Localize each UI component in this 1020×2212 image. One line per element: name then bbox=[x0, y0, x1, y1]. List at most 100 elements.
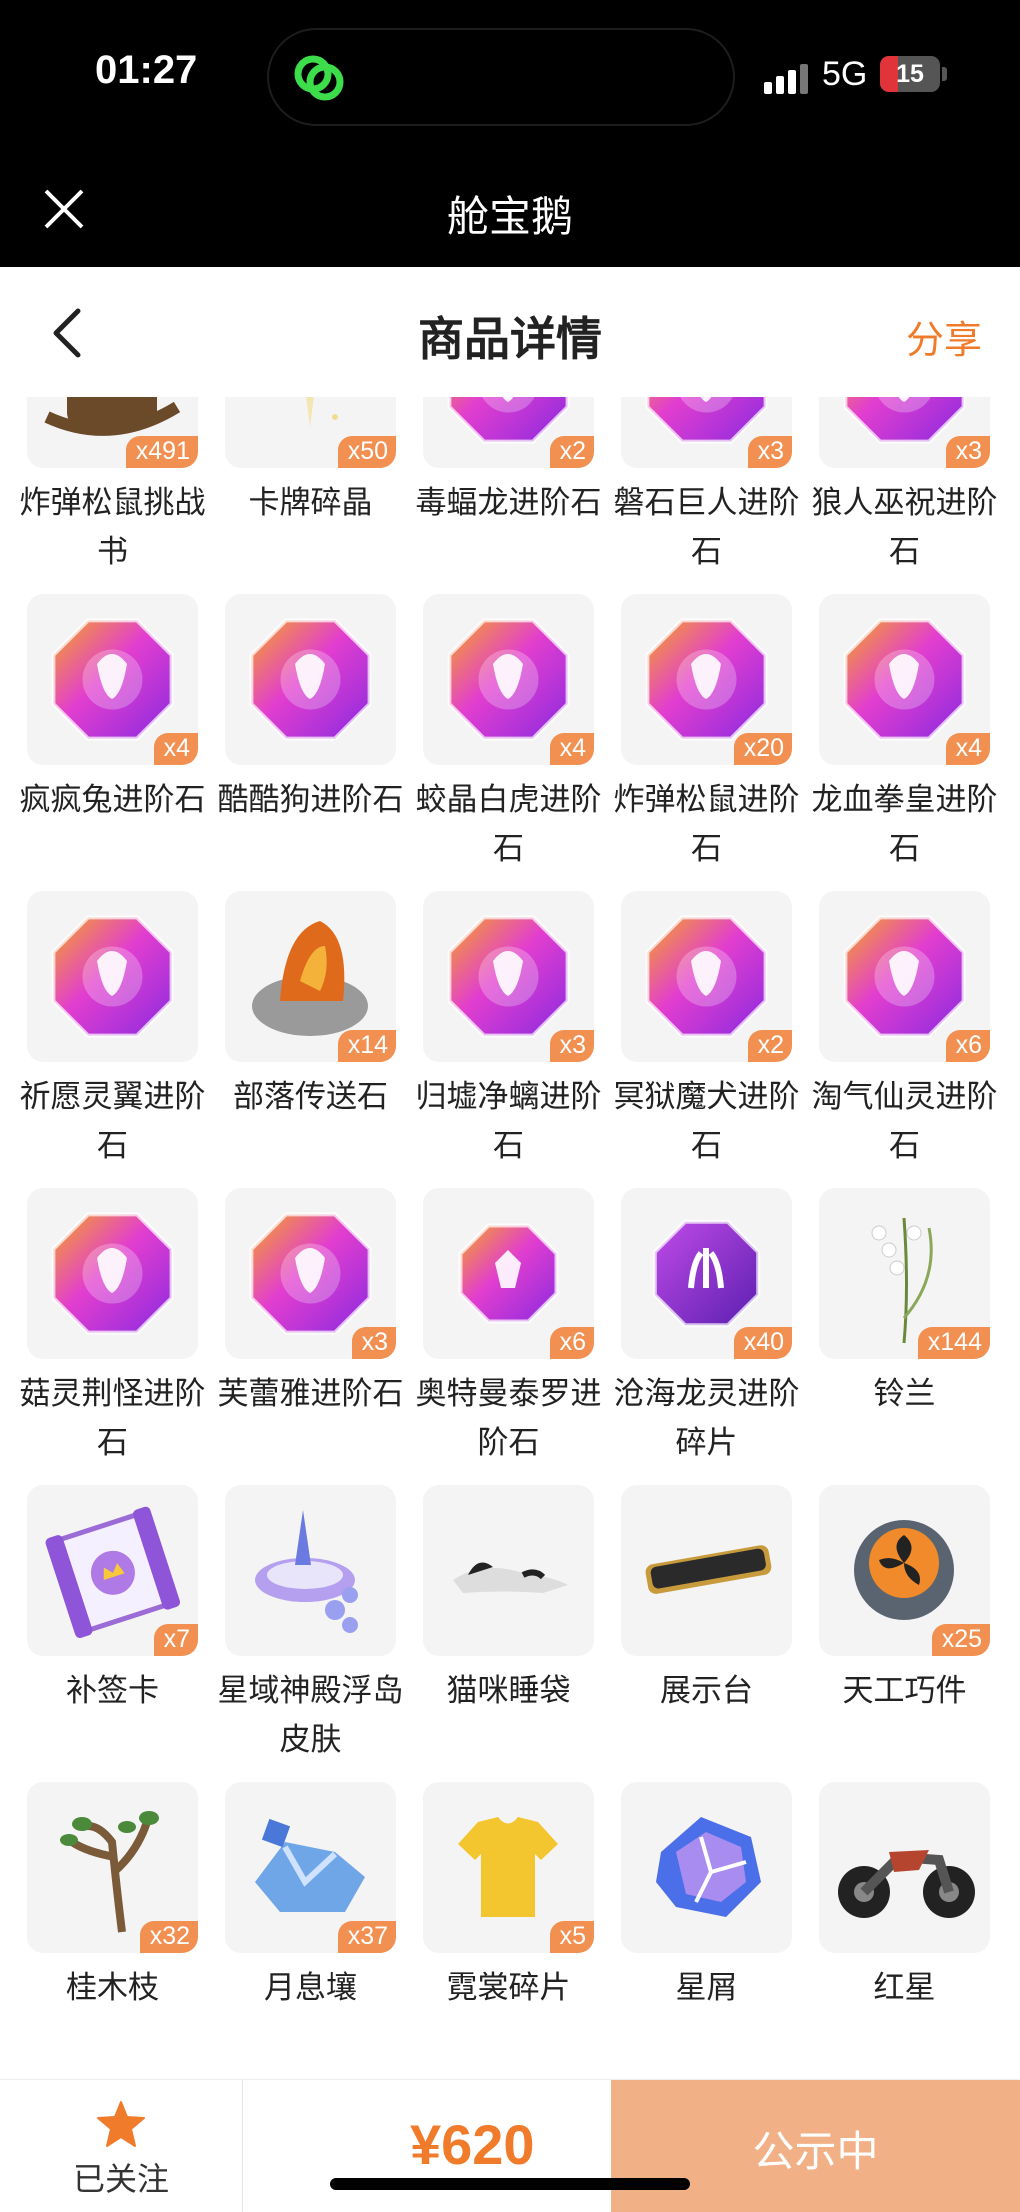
battery-level: 15 bbox=[896, 60, 924, 88]
item-count-badge: x2 bbox=[747, 1030, 792, 1062]
item-grid: x491 炸弹松鼠挑战书 x50 卡牌碎晶 x2 毒蝠龙进阶石 x3 磐石巨人进阶石 x3 狼人巫… bbox=[0, 397, 1020, 2045]
item-image: x25 bbox=[819, 1485, 990, 1656]
item-count-badge: x5 bbox=[549, 1921, 594, 1953]
item-name: 桂木枝 bbox=[66, 1970, 159, 2006]
item-image: x3 bbox=[423, 891, 594, 1062]
item-image bbox=[27, 891, 198, 1062]
item-image: x7 bbox=[27, 1485, 198, 1656]
item-image: x2 bbox=[423, 397, 594, 468]
item-count-badge: x4 bbox=[945, 733, 990, 765]
price-label: ¥620 bbox=[410, 2113, 535, 2176]
item-name: 沧海龙灵进阶碎片 bbox=[613, 1376, 800, 1461]
item-count-badge: x3 bbox=[945, 436, 990, 468]
item-count-badge: x25 bbox=[931, 1624, 990, 1656]
share-button[interactable]: 分享 bbox=[906, 309, 982, 364]
page-header: 商品详情 分享 bbox=[0, 267, 1020, 397]
item-image: x4 bbox=[27, 594, 198, 765]
item-art bbox=[51, 1212, 174, 1335]
status-bar: 01:27 5G 15 bbox=[0, 0, 1020, 145]
item-count-badge: x6 bbox=[549, 1327, 594, 1359]
item-count-badge: x40 bbox=[733, 1327, 792, 1359]
item-count-badge: x3 bbox=[549, 1030, 594, 1062]
item-name: 奥特曼泰罗进阶石 bbox=[415, 1376, 602, 1461]
item-image bbox=[225, 1485, 396, 1656]
item-name: 铃兰 bbox=[873, 1376, 936, 1412]
item-image: x4 bbox=[423, 594, 594, 765]
home-indicator bbox=[330, 2178, 690, 2190]
follow-label: 已关注 bbox=[72, 2160, 169, 2198]
item-image: x40 bbox=[621, 1188, 792, 1359]
star-icon bbox=[97, 2101, 145, 2147]
app-title: 舱宝鹅 bbox=[446, 192, 573, 241]
status-time: 01:27 bbox=[95, 48, 198, 92]
item-image: x144 bbox=[819, 1188, 990, 1359]
item-name: 芙蕾雅进阶石 bbox=[217, 1376, 404, 1412]
item-image: x3 bbox=[225, 1188, 396, 1359]
item-count-badge: x144 bbox=[917, 1327, 990, 1359]
item-name: 菇灵荆怪进阶石 bbox=[19, 1376, 206, 1461]
item-name: 淘气仙灵进阶石 bbox=[811, 1079, 998, 1164]
item-count-badge: x4 bbox=[549, 733, 594, 765]
item-name: 卡牌碎晶 bbox=[248, 485, 373, 521]
item-image: x20 bbox=[621, 594, 792, 765]
item-art bbox=[645, 1545, 772, 1594]
item-name: 红星 bbox=[873, 1970, 936, 2006]
item-art bbox=[656, 1817, 761, 1917]
follow-button[interactable]: 已关注 bbox=[0, 2080, 243, 2212]
item-name: 补签卡 bbox=[66, 1673, 159, 1709]
item-image: x491 bbox=[27, 397, 198, 468]
item-name: 天工巧件 bbox=[842, 1673, 967, 1709]
item-image bbox=[621, 1782, 792, 1953]
item-name: 霓裳碎片 bbox=[446, 1970, 571, 2006]
item-image: x14 bbox=[225, 891, 396, 1062]
item-name: 龙血拳皇进阶石 bbox=[811, 782, 998, 867]
item-name: 疯疯兔进阶石 bbox=[19, 782, 206, 818]
item-name: 月息壤 bbox=[264, 1970, 357, 2006]
item-art bbox=[838, 1850, 975, 1918]
item-name: 星域神殿浮岛皮肤 bbox=[217, 1673, 404, 1758]
item-count-badge: x491 bbox=[125, 436, 198, 468]
signal-icon bbox=[764, 64, 808, 94]
item-name: 展示台 bbox=[660, 1673, 753, 1709]
item-name: 磐石巨人进阶石 bbox=[613, 485, 800, 570]
network-label: 5G bbox=[822, 55, 868, 93]
item-count-badge: x37 bbox=[337, 1921, 396, 1953]
item-name: 星屑 bbox=[675, 1970, 738, 2006]
dynamic-island bbox=[267, 28, 735, 126]
item-count-badge: x14 bbox=[337, 1030, 396, 1062]
item-count-badge: x4 bbox=[153, 733, 198, 765]
item-name: 部落传送石 bbox=[233, 1079, 388, 1115]
bottom-bar: 已关注 ¥620 公示中 bbox=[0, 2079, 1020, 2212]
item-image: x6 bbox=[819, 891, 990, 1062]
item-image: x3 bbox=[819, 397, 990, 468]
status-action-label: 公示中 bbox=[752, 2127, 879, 2176]
item-image bbox=[621, 1485, 792, 1656]
item-name: 炸弹松鼠挑战书 bbox=[19, 485, 206, 570]
item-art bbox=[249, 618, 372, 741]
item-image bbox=[27, 1188, 198, 1359]
item-image bbox=[225, 594, 396, 765]
item-count-badge: x3 bbox=[747, 436, 792, 468]
item-name: 冥狱魔犬进阶石 bbox=[613, 1079, 800, 1164]
item-count-badge: x50 bbox=[337, 436, 396, 468]
status-action-button[interactable]: 公示中 bbox=[611, 2080, 1020, 2212]
item-name: 归墟净螭进阶石 bbox=[415, 1079, 602, 1164]
item-art bbox=[255, 1510, 358, 1633]
item-name: 祈愿灵翼进阶石 bbox=[19, 1079, 206, 1164]
link-app-icon bbox=[294, 55, 344, 101]
item-image: x32 bbox=[27, 1782, 198, 1953]
item-image: x2 bbox=[621, 891, 792, 1062]
app-title-bar: 舱宝鹅 bbox=[0, 145, 1020, 267]
page-title: 商品详情 bbox=[418, 312, 602, 366]
item-count-badge: x32 bbox=[139, 1921, 198, 1953]
item-count-badge: x7 bbox=[153, 1624, 198, 1656]
item-image bbox=[423, 1485, 594, 1656]
item-name: 蛟晶白虎进阶石 bbox=[415, 782, 602, 867]
item-image: x6 bbox=[423, 1188, 594, 1359]
battery-icon: 15 bbox=[880, 56, 940, 92]
item-count-badge: x2 bbox=[549, 436, 594, 468]
item-count-badge: x20 bbox=[733, 733, 792, 765]
item-count-badge: x6 bbox=[945, 1030, 990, 1062]
item-image: x5 bbox=[423, 1782, 594, 1953]
item-art bbox=[453, 1562, 568, 1593]
